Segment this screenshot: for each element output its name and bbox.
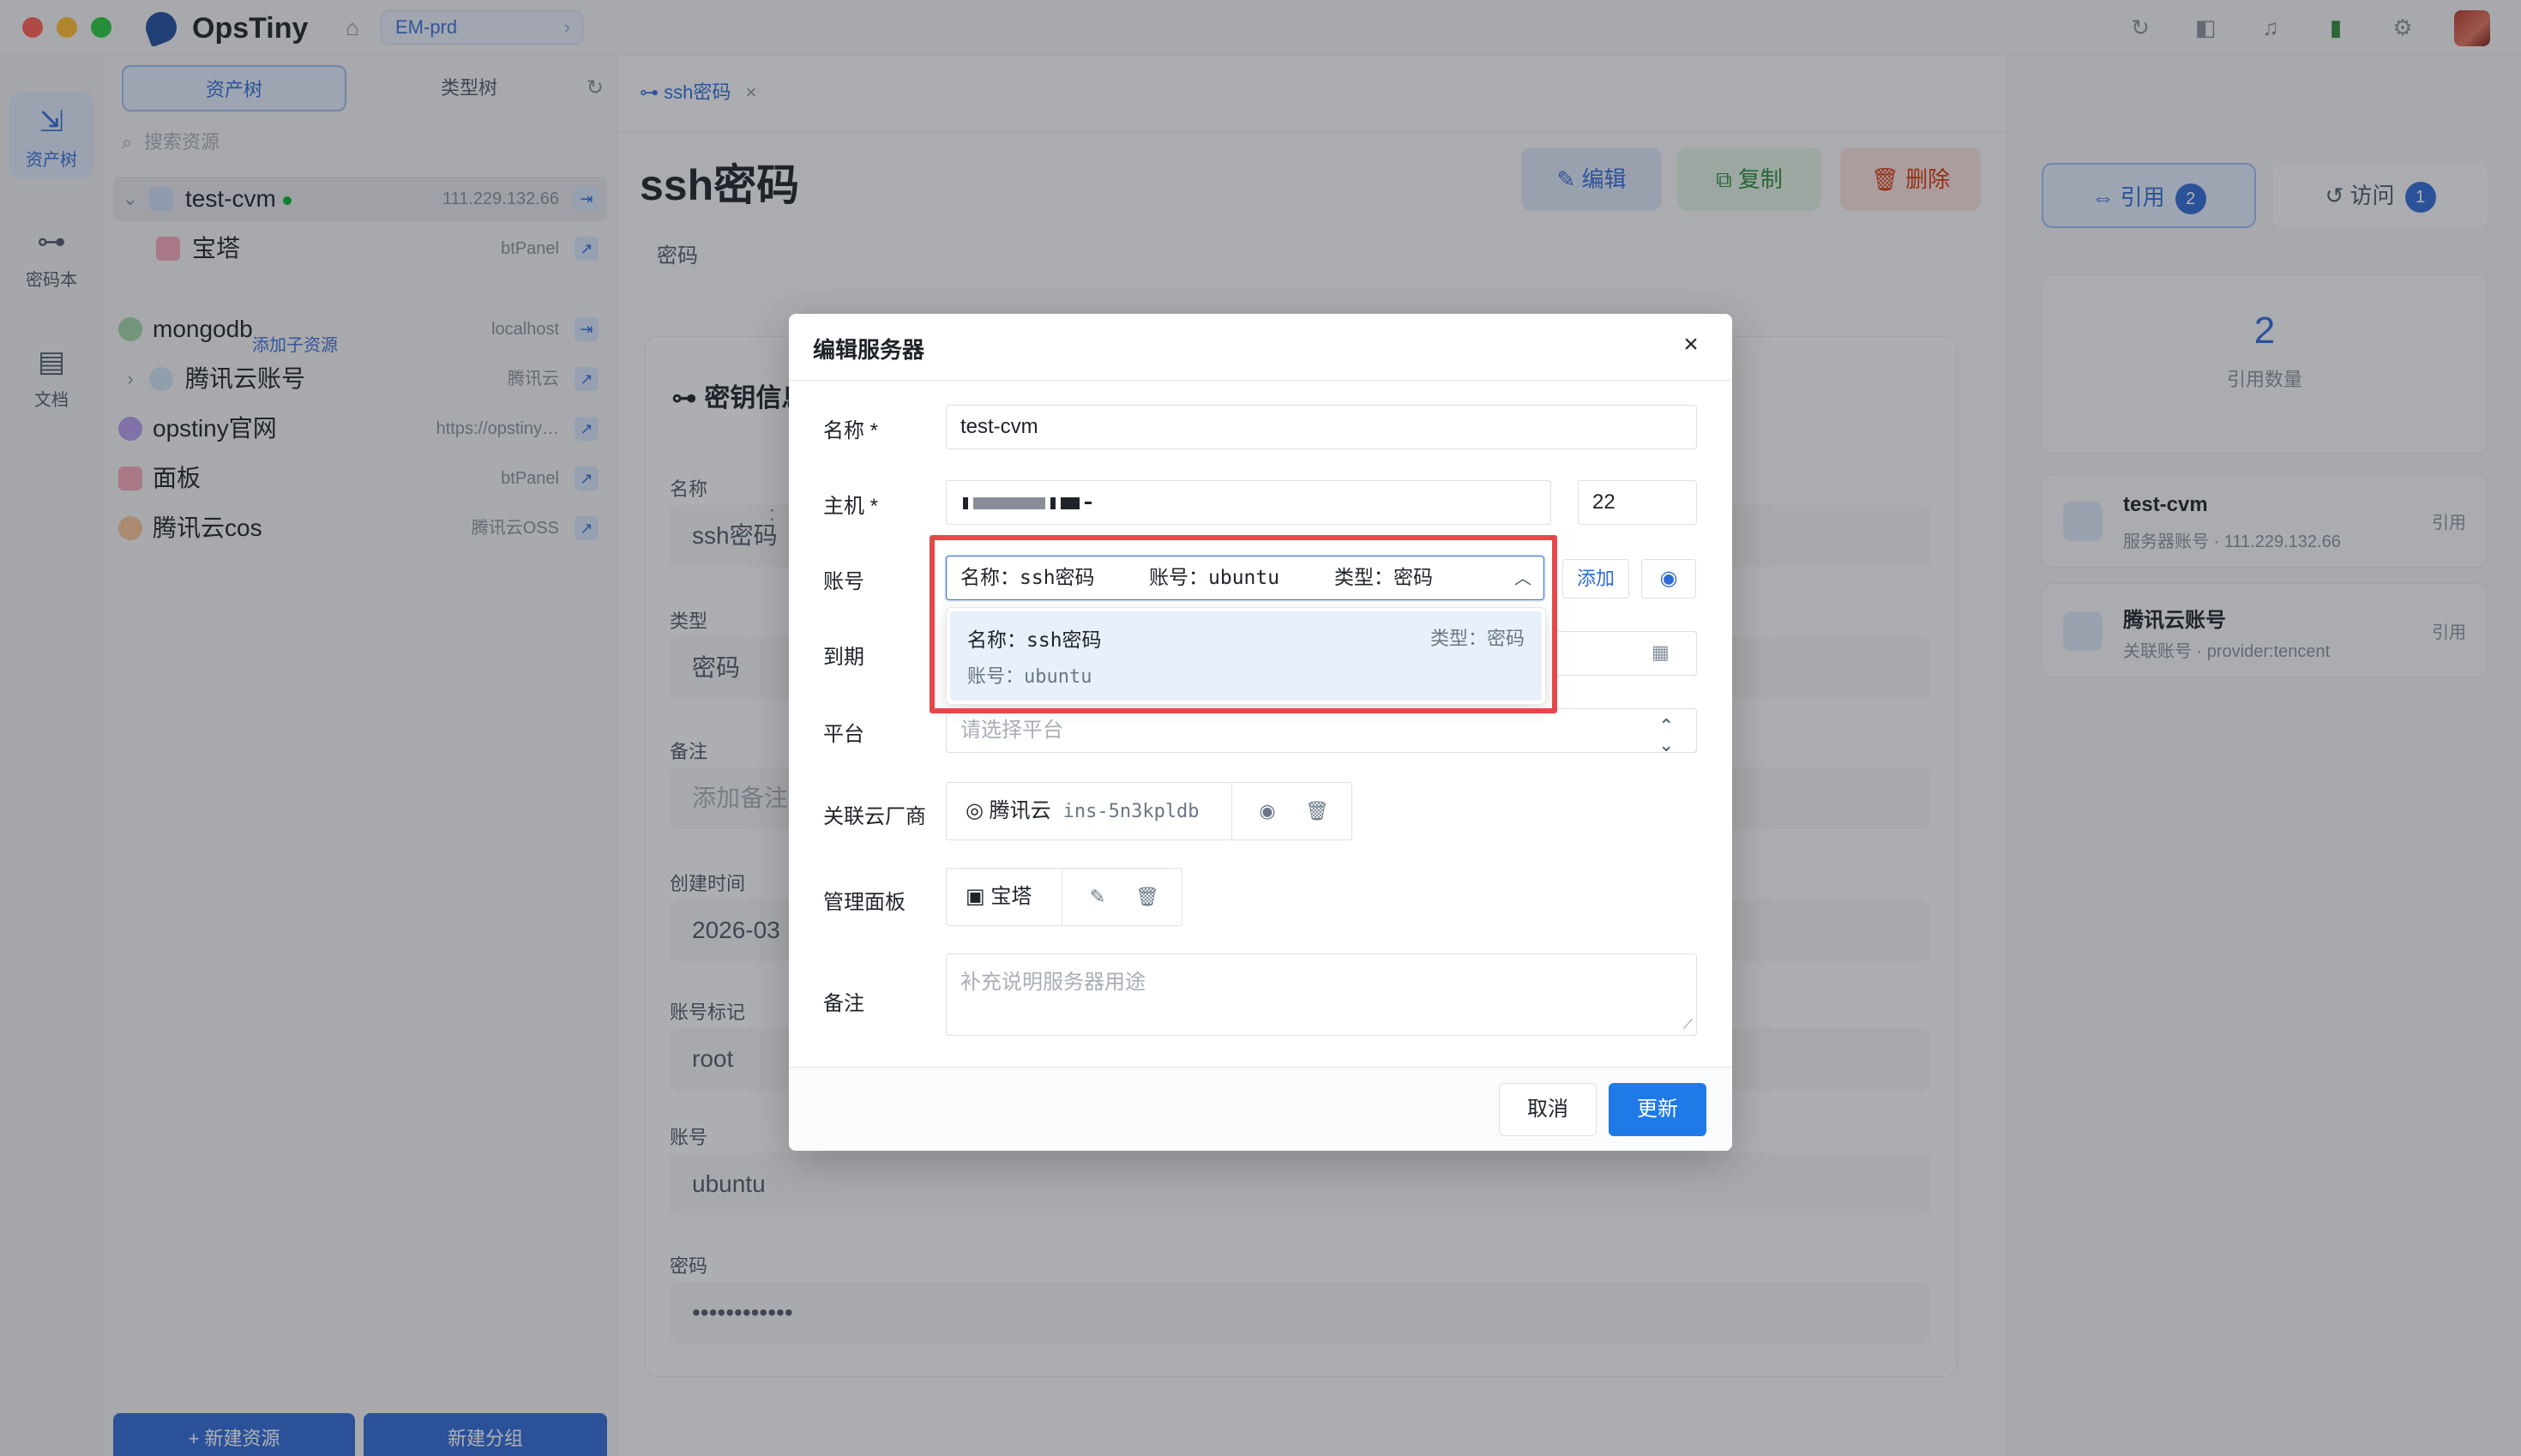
grid-icon: ▣ <box>966 885 991 908</box>
management-panel-value: ▣ 宝塔 <box>966 885 1032 908</box>
cloud-vendor-value: ◎ 腾讯云 ins-5n3kpldb <box>966 799 1200 822</box>
host-field[interactable] <box>946 480 1551 525</box>
account-dropdown: 名称：ssh密码 类型：密码 账号：ubuntu <box>946 607 1546 705</box>
redacted-text <box>973 496 1045 509</box>
app-window: OpsTiny ⌂ EM-prd › ↻ ◧ ♫ ▮ ⚙ ⇲ 资产树 ⊶ 密码本… <box>0 0 2521 1456</box>
note-field-label: 备注 <box>823 992 864 1015</box>
option-type: 类型：密码 <box>1429 629 1525 650</box>
cloud-vendor-chip: ◎ 腾讯云 ins-5n3kpldb ◉ 🗑 <box>946 782 1352 840</box>
redacted-text <box>1050 496 1056 509</box>
port-field[interactable]: 22 <box>1578 480 1697 525</box>
note-textarea[interactable]: 补充说明服务器用途 ⟋ <box>946 954 1697 1036</box>
redacted-text <box>1085 502 1092 505</box>
sort-icon: ⌃ ⌄ <box>1658 715 1675 755</box>
divider <box>1231 783 1232 839</box>
redacted-text <box>1061 496 1080 509</box>
account-field-label: 账号 <box>823 570 864 593</box>
add-account-button[interactable]: 添加 <box>1562 559 1629 599</box>
account-select[interactable]: 名称：ssh密码 账号：ubuntu 类型：密码 ︿ <box>946 556 1544 600</box>
close-icon[interactable]: × <box>1676 329 1706 360</box>
option-account: 账号：ubuntu <box>967 666 1092 688</box>
cancel-button[interactable]: 取消 <box>1499 1083 1597 1136</box>
cloud-icon: ◎ <box>966 799 990 822</box>
expiry-field-label: 到期 <box>823 646 864 669</box>
name-field[interactable]: test-cvm <box>946 405 1697 449</box>
expiry-field[interactable] <box>1552 631 1697 676</box>
host-field-label: 主机 * <box>823 495 879 518</box>
selected-account-name: 名称：ssh密码 <box>960 567 1095 589</box>
management-panel-chip: ▣ 宝塔 ✎ 🗑 <box>946 868 1182 926</box>
selected-account-type: 类型：密码 <box>1334 567 1433 589</box>
cloud-instance-id: ins-5n3kpldb <box>1062 801 1200 822</box>
eye-icon[interactable]: ◉ <box>1641 559 1696 599</box>
dialog-footer: 取消 更新 <box>789 1067 1732 1151</box>
dialog-title: 编辑服务器 <box>813 337 925 363</box>
note-placeholder: 补充说明服务器用途 <box>960 971 1146 994</box>
platform-field-label: 平台 <box>823 723 864 746</box>
port-separator: : <box>769 502 775 526</box>
platform-select[interactable]: 请选择平台 <box>946 708 1697 753</box>
trash-icon[interactable]: 🗑 <box>1123 869 1171 925</box>
selected-account-user: 账号：ubuntu <box>1149 567 1280 589</box>
dialog-header: 编辑服务器 × <box>789 314 1732 381</box>
eye-icon[interactable]: ◉ <box>1243 783 1291 839</box>
cloud-vendor-label: 关联云厂商 <box>823 805 926 828</box>
redacted-text <box>963 496 968 509</box>
option-name: 名称：ssh密码 <box>967 629 1102 652</box>
update-button[interactable]: 更新 <box>1609 1083 1706 1136</box>
management-panel-label: 管理面板 <box>823 891 906 914</box>
edit-icon[interactable]: ✎ <box>1074 869 1122 925</box>
name-field-label: 名称 * <box>823 419 879 442</box>
resize-handle-icon[interactable]: ⟋ <box>1683 1018 1693 1033</box>
dropdown-option[interactable]: 名称：ssh密码 类型：密码 账号：ubuntu <box>950 611 1542 701</box>
trash-icon[interactable]: 🗑 <box>1293 783 1341 839</box>
calendar-icon[interactable]: ▦ <box>1652 641 1670 664</box>
chevron-up-icon: ︿ <box>1514 568 1531 588</box>
